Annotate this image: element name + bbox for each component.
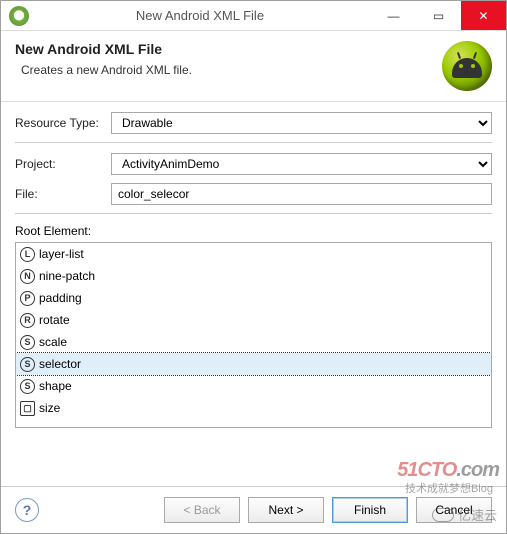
android-icon xyxy=(442,41,492,91)
element-type-icon: P xyxy=(20,291,35,306)
list-item-label: rotate xyxy=(39,313,70,327)
maximize-button[interactable]: ▭ xyxy=(416,1,461,30)
divider xyxy=(15,142,492,143)
list-item-label: size xyxy=(39,401,60,415)
element-type-icon: S xyxy=(20,357,35,372)
dialog-window: ⬤ New Android XML File — ▭ ✕ New Android… xyxy=(0,0,507,534)
next-button[interactable]: Next > xyxy=(248,497,324,523)
header-title: New Android XML File xyxy=(15,41,442,57)
root-element-listbox[interactable]: Llayer-listNnine-patchPpaddingRrotateSsc… xyxy=(15,242,492,428)
minimize-button[interactable]: — xyxy=(371,1,416,30)
project-label: Project: xyxy=(15,157,105,171)
element-type-icon: S xyxy=(20,335,35,350)
finish-button[interactable]: Finish xyxy=(332,497,408,523)
list-item[interactable]: Sscale xyxy=(16,331,491,353)
titlebar[interactable]: ⬤ New Android XML File — ▭ ✕ xyxy=(1,1,506,31)
list-item[interactable]: Sshape xyxy=(16,375,491,397)
list-item-label: shape xyxy=(39,379,72,393)
element-type-icon: L xyxy=(20,247,35,262)
list-item-label: selector xyxy=(39,357,81,371)
list-item[interactable]: ▢ size xyxy=(16,397,491,419)
project-select[interactable]: ActivityAnimDemo xyxy=(111,153,492,175)
app-icon: ⬤ xyxy=(9,6,29,26)
window-controls: — ▭ ✕ xyxy=(371,1,506,30)
list-item-label: nine-patch xyxy=(39,269,95,283)
dialog-header: New Android XML File Creates a new Andro… xyxy=(1,31,506,102)
cancel-button[interactable]: Cancel xyxy=(416,497,492,523)
list-item-label: layer-list xyxy=(39,247,84,261)
help-button[interactable]: ? xyxy=(15,498,39,522)
list-item[interactable]: Nnine-patch xyxy=(16,265,491,287)
list-item[interactable]: Ppadding xyxy=(16,287,491,309)
resource-type-label: Resource Type: xyxy=(15,116,105,130)
element-type-icon: S xyxy=(20,379,35,394)
root-element-label: Root Element: xyxy=(15,224,492,238)
form-area: Resource Type: Drawable Project: Activit… xyxy=(1,102,506,438)
element-type-icon: ▢ xyxy=(20,401,35,416)
window-title: New Android XML File xyxy=(29,8,371,23)
divider xyxy=(15,213,492,214)
file-input[interactable] xyxy=(111,183,492,205)
back-button: < Back xyxy=(164,497,240,523)
close-button[interactable]: ✕ xyxy=(461,1,506,30)
list-item[interactable]: Sselector xyxy=(16,353,491,375)
list-item-label: scale xyxy=(39,335,67,349)
list-item-label: padding xyxy=(39,291,82,305)
element-type-icon: R xyxy=(20,313,35,328)
element-type-icon: N xyxy=(20,269,35,284)
header-subtitle: Creates a new Android XML file. xyxy=(21,63,442,77)
dialog-footer: ? < Back Next > Finish Cancel xyxy=(1,486,506,533)
list-item[interactable]: Rrotate xyxy=(16,309,491,331)
resource-type-select[interactable]: Drawable xyxy=(111,112,492,134)
file-label: File: xyxy=(15,187,105,201)
list-item[interactable]: Llayer-list xyxy=(16,243,491,265)
